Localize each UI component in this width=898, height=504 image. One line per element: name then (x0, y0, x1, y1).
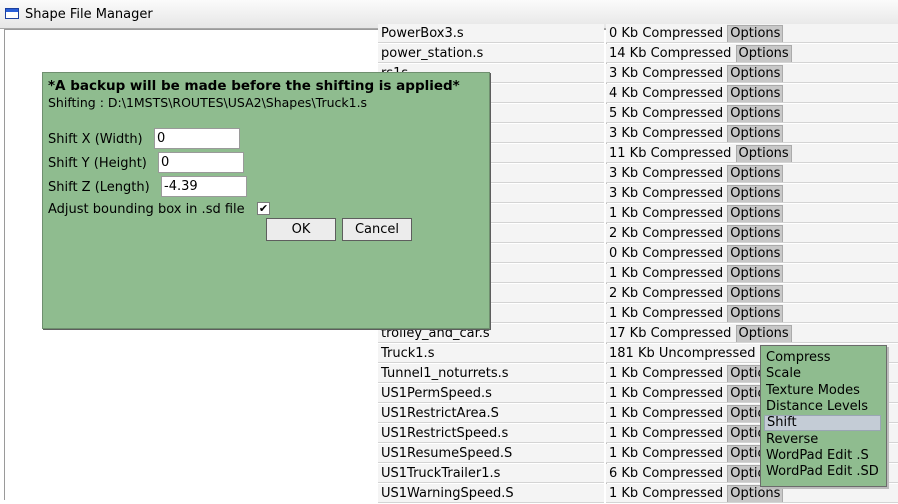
file-size: 3 Kb Compressed (609, 186, 724, 201)
options-button[interactable]: Options (727, 485, 784, 502)
file-size-cell: 11 Kb Compressed Options (606, 144, 898, 163)
shift-x-input[interactable] (154, 128, 240, 149)
window-icon (5, 8, 19, 19)
file-size-cell: 3 Kb Compressed Options (606, 184, 898, 203)
shift-y-input[interactable] (158, 152, 244, 173)
file-name: US1RestrictArea.S (378, 404, 604, 423)
file-size-cell: 3 Kb Compressed Options (606, 124, 898, 143)
file-name: PowerBox3.s (378, 24, 604, 43)
file-size: 3 Kb Compressed (609, 66, 724, 81)
menu-item-distance-levels[interactable]: Distance Levels (764, 399, 883, 415)
options-button[interactable]: Options (735, 325, 792, 342)
file-size: 1 Kb Compressed (609, 426, 724, 441)
file-size-cell: 4 Kb Compressed Options (606, 84, 898, 103)
file-size: 1 Kb Compressed (609, 486, 724, 501)
shift-x-label: Shift X (Width) (48, 132, 143, 147)
menu-item-scale[interactable]: Scale (764, 366, 883, 382)
file-size-cell: 2 Kb Compressed Options (606, 284, 898, 303)
file-name: US1TruckTrailer1.s (378, 464, 604, 483)
file-size: 0 Kb Compressed (609, 246, 724, 261)
bounding-box-label: Adjust bounding box in .sd file (48, 202, 245, 217)
shift-dialog: *A backup will be made before the shifti… (42, 72, 490, 329)
options-button[interactable]: Options (727, 125, 784, 142)
options-button[interactable]: Options (727, 25, 784, 42)
options-button[interactable]: Options (727, 285, 784, 302)
shift-y-label: Shift Y (Height) (48, 156, 147, 171)
menu-item-texture-modes[interactable]: Texture Modes (764, 383, 883, 399)
file-size: 11 Kb Compressed (609, 146, 732, 161)
options-button[interactable]: Options (727, 105, 784, 122)
options-context-menu: Compress Scale Texture Modes Distance Level… (760, 345, 887, 487)
options-button[interactable]: Options (727, 245, 784, 262)
file-row: PowerBox3.s 0 Kb Compressed Options (378, 24, 898, 44)
file-size: 1 Kb Compressed (609, 386, 724, 401)
file-size: 1 Kb Compressed (609, 206, 724, 221)
file-size: 17 Kb Compressed (609, 326, 732, 341)
file-name: US1PermSpeed.s (378, 384, 604, 403)
cancel-button[interactable]: Cancel (342, 218, 412, 241)
shifting-path: Shifting : D:\1MSTS\ROUTES\USA2\Shapes\T… (48, 95, 368, 110)
options-button[interactable]: Options (727, 225, 784, 242)
ok-button[interactable]: OK (266, 218, 336, 241)
file-size: 3 Kb Compressed (609, 166, 724, 181)
shift-z-input[interactable] (161, 176, 247, 197)
options-button[interactable]: Options (727, 65, 784, 82)
file-size: 3 Kb Compressed (609, 126, 724, 141)
file-size: 0 Kb Compressed (609, 26, 724, 41)
file-size: 2 Kb Compressed (609, 226, 724, 241)
file-size-cell: 0 Kb Compressed Options (606, 244, 898, 263)
options-button[interactable]: Options (735, 145, 792, 162)
options-button[interactable]: Options (727, 85, 784, 102)
file-size: 1 Kb Compressed (609, 306, 724, 321)
file-size: 5 Kb Compressed (609, 106, 724, 121)
file-row: US1WarningSpeed.S 1 Kb Compressed Options (378, 484, 898, 504)
menu-item-compress[interactable]: Compress (764, 350, 883, 366)
file-name: US1ResumeSpeed.S (378, 444, 604, 463)
bounding-box-checkbox[interactable]: ✔ (257, 202, 270, 215)
file-name: US1RestrictSpeed.s (378, 424, 604, 443)
options-button[interactable]: Options (727, 265, 784, 282)
file-size: 14 Kb Compressed (609, 46, 732, 61)
menu-item-reverse[interactable]: Reverse (764, 432, 883, 448)
file-size-cell: 3 Kb Compressed Options (606, 164, 898, 183)
file-size: 1 Kb Compressed (609, 266, 724, 281)
options-button[interactable]: Options (727, 305, 784, 322)
menu-item-wordpad-edit-s[interactable]: WordPad Edit .S (764, 448, 883, 464)
shift-z-label: Shift Z (Length) (48, 180, 150, 195)
file-size-cell: 17 Kb Compressed Options (606, 324, 898, 343)
backup-warning: *A backup will be made before the shifti… (48, 78, 460, 94)
file-size-cell: 5 Kb Compressed Options (606, 104, 898, 123)
file-size-cell: 14 Kb Compressed Options (606, 44, 898, 63)
options-button[interactable]: Options (735, 45, 792, 62)
file-name: US1WarningSpeed.S (378, 484, 604, 503)
options-button[interactable]: Options (727, 185, 784, 202)
file-name: Tunnel1_noturrets.s (378, 364, 604, 383)
options-button[interactable]: Options (727, 205, 784, 222)
file-size: 1 Kb Compressed (609, 446, 724, 461)
file-size: 1 Kb Compressed (609, 366, 724, 381)
file-size-cell: 1 Kb Compressed Options (606, 304, 898, 323)
menu-item-wordpad-edit-sd[interactable]: WordPad Edit .SD (764, 464, 883, 480)
file-size: 1 Kb Compressed (609, 406, 724, 421)
file-name: power_station.s (378, 44, 604, 63)
file-row: power_station.s 14 Kb Compressed Options (378, 44, 898, 64)
menu-item-shift[interactable]: Shift (764, 415, 881, 432)
file-size-cell: 2 Kb Compressed Options (606, 224, 898, 243)
file-size: 4 Kb Compressed (609, 86, 724, 101)
file-name: Truck1.s (378, 344, 604, 363)
file-size-cell: 0 Kb Compressed Options (606, 24, 898, 43)
file-size: 2 Kb Compressed (609, 286, 724, 301)
file-size-cell: 3 Kb Compressed Options (606, 64, 898, 83)
file-size-cell: 1 Kb Compressed Options (606, 264, 898, 283)
file-size: 181 Kb Uncompressed (609, 346, 756, 361)
window-title: Shape File Manager (25, 7, 153, 22)
file-size-cell: 1 Kb Compressed Options (606, 204, 898, 223)
file-size: 6 Kb Compressed (609, 466, 724, 481)
options-button[interactable]: Options (727, 165, 784, 182)
